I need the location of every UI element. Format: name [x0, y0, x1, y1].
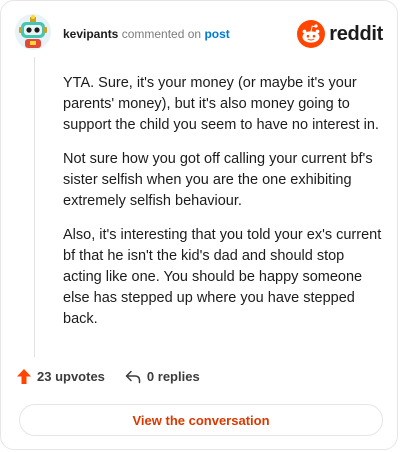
replies-label: 0 replies: [146, 369, 200, 384]
avatar[interactable]: [15, 14, 51, 50]
view-conversation-button[interactable]: View the conversation: [19, 404, 383, 436]
comment-card: kevipants commented on post reddit YTA. …: [0, 0, 398, 450]
reddit-logo[interactable]: reddit: [297, 19, 383, 49]
post-link[interactable]: post: [204, 27, 229, 41]
upvote-arrow-icon: [17, 369, 31, 384]
comment-footer: 23 upvotes 0 replies: [17, 369, 220, 384]
comment-paragraph: Also, it's interesting that you told you…: [63, 227, 382, 327]
thread-line: [34, 57, 35, 357]
comment-body: YTA. Sure, it's your money (or maybe it'…: [63, 73, 383, 343]
upvotes-label: 23 upvotes: [37, 369, 105, 384]
upvotes-stat[interactable]: 23 upvotes: [17, 369, 105, 384]
reddit-alien-icon: [297, 20, 326, 48]
comment-paragraph: YTA. Sure, it's your money (or maybe it'…: [63, 75, 379, 133]
username-link[interactable]: kevipants: [63, 27, 118, 41]
avatar-robot-icon: [15, 14, 51, 50]
comment-paragraph: Not sure how you got off calling your cu…: [63, 151, 373, 209]
reddit-wordmark: reddit: [329, 22, 383, 45]
replies-stat[interactable]: 0 replies: [125, 369, 200, 384]
action-text: commented on: [121, 27, 202, 41]
reply-arrow-icon: [125, 370, 141, 383]
comment-header: kevipants commented on post: [63, 27, 230, 41]
